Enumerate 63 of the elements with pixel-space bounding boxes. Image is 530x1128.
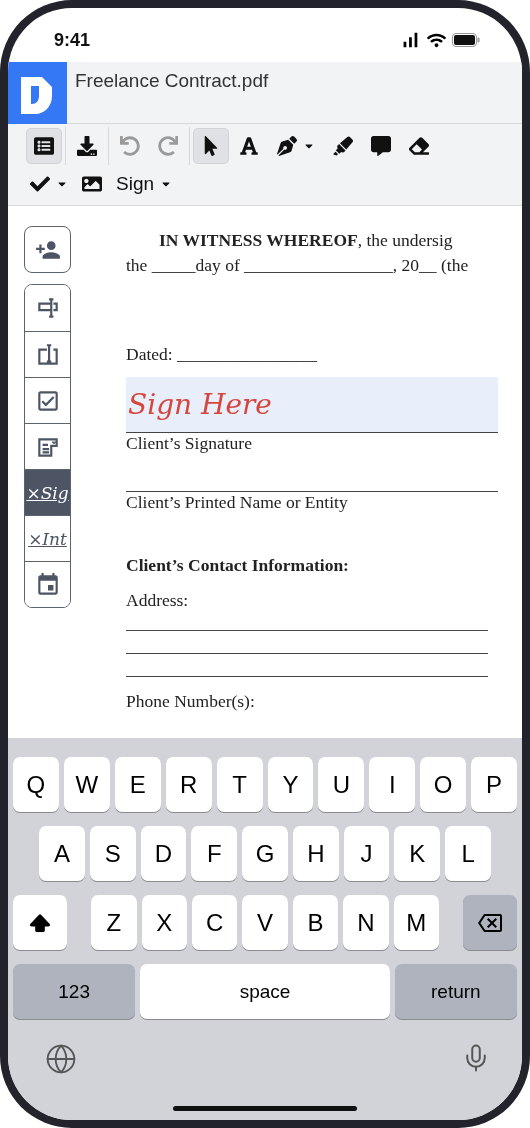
backspace-key[interactable]: [462, 895, 518, 950]
pen-icon: [277, 136, 297, 156]
signature-placeholder: Sign Here: [128, 388, 272, 421]
letter-key[interactable]: R: [165, 757, 212, 812]
letter-key[interactable]: B: [292, 895, 339, 950]
letter-key[interactable]: E: [114, 757, 161, 812]
document-text: the _____day of _________________, 20__ (the: [126, 254, 470, 277]
letter-key[interactable]: P: [471, 757, 518, 812]
numbers-key[interactable]: 123: [13, 964, 136, 1019]
letter-key[interactable]: S: [89, 826, 136, 881]
letter-key[interactable]: T: [216, 757, 263, 812]
list-icon: [34, 136, 54, 156]
highlighter-icon: [333, 136, 353, 156]
list-button[interactable]: [27, 129, 61, 163]
calendar-tool[interactable]: [25, 561, 70, 607]
letter-key[interactable]: Z: [91, 895, 137, 950]
pointer-button[interactable]: [194, 129, 228, 163]
letter-key[interactable]: M: [393, 895, 439, 950]
space-key[interactable]: space: [140, 964, 390, 1019]
letter-key[interactable]: J: [343, 826, 390, 881]
letter-key[interactable]: H: [292, 826, 339, 881]
signature-tool[interactable]: ×Sig: [25, 469, 70, 515]
undo-icon: [120, 136, 140, 156]
letter-key[interactable]: L: [445, 826, 492, 881]
letter-key[interactable]: N: [343, 895, 389, 950]
image-icon: [82, 174, 102, 194]
letter-key[interactable]: V: [242, 895, 288, 950]
field-caption: Client’s Signature: [126, 433, 253, 454]
document-text: IN WITNESS WHEREOF, the undersig: [158, 229, 454, 252]
shift-icon: [29, 911, 52, 934]
globe-icon[interactable]: [45, 1043, 77, 1075]
eraser-icon: [409, 136, 429, 156]
redo-icon: [158, 136, 178, 156]
shift-key[interactable]: [13, 895, 68, 950]
return-key[interactable]: return: [394, 964, 517, 1019]
check-icon: [30, 174, 50, 194]
signature-field[interactable]: Sign Here: [126, 377, 498, 433]
field-label: Address:: [126, 590, 190, 611]
comment-icon: [371, 136, 391, 156]
letter-key[interactable]: Q: [13, 757, 59, 812]
letter-key[interactable]: O: [420, 757, 467, 812]
letter-key[interactable]: F: [191, 826, 238, 881]
document-text: Phone Number(s):: [126, 691, 256, 712]
document-text: Dated: ________________: [126, 344, 319, 365]
document-title: Freelance Contract.pdf: [74, 69, 269, 93]
letter-key[interactable]: D: [140, 826, 187, 881]
status-time: 9:41: [54, 29, 91, 51]
add-signer-button[interactable]: [24, 226, 71, 273]
letter-key[interactable]: I: [369, 757, 416, 812]
letter-key[interactable]: G: [242, 826, 288, 881]
letter-key[interactable]: X: [141, 895, 187, 950]
battery-icon: [452, 33, 480, 47]
download-icon: [77, 136, 97, 156]
letter-key[interactable]: C: [191, 895, 238, 950]
sign-menu-button[interactable]: Sign: [109, 167, 180, 201]
letter-key[interactable]: Y: [267, 757, 314, 812]
field-caption: Client’s Printed Name or Entity: [126, 492, 349, 513]
letter-key[interactable]: U: [318, 757, 365, 812]
section-heading: Client’s Contact Information:: [126, 555, 350, 576]
letter-key[interactable]: A: [39, 826, 85, 881]
text-icon: [239, 136, 259, 156]
letter-key[interactable]: K: [394, 826, 441, 881]
letter-key[interactable]: W: [63, 757, 110, 812]
